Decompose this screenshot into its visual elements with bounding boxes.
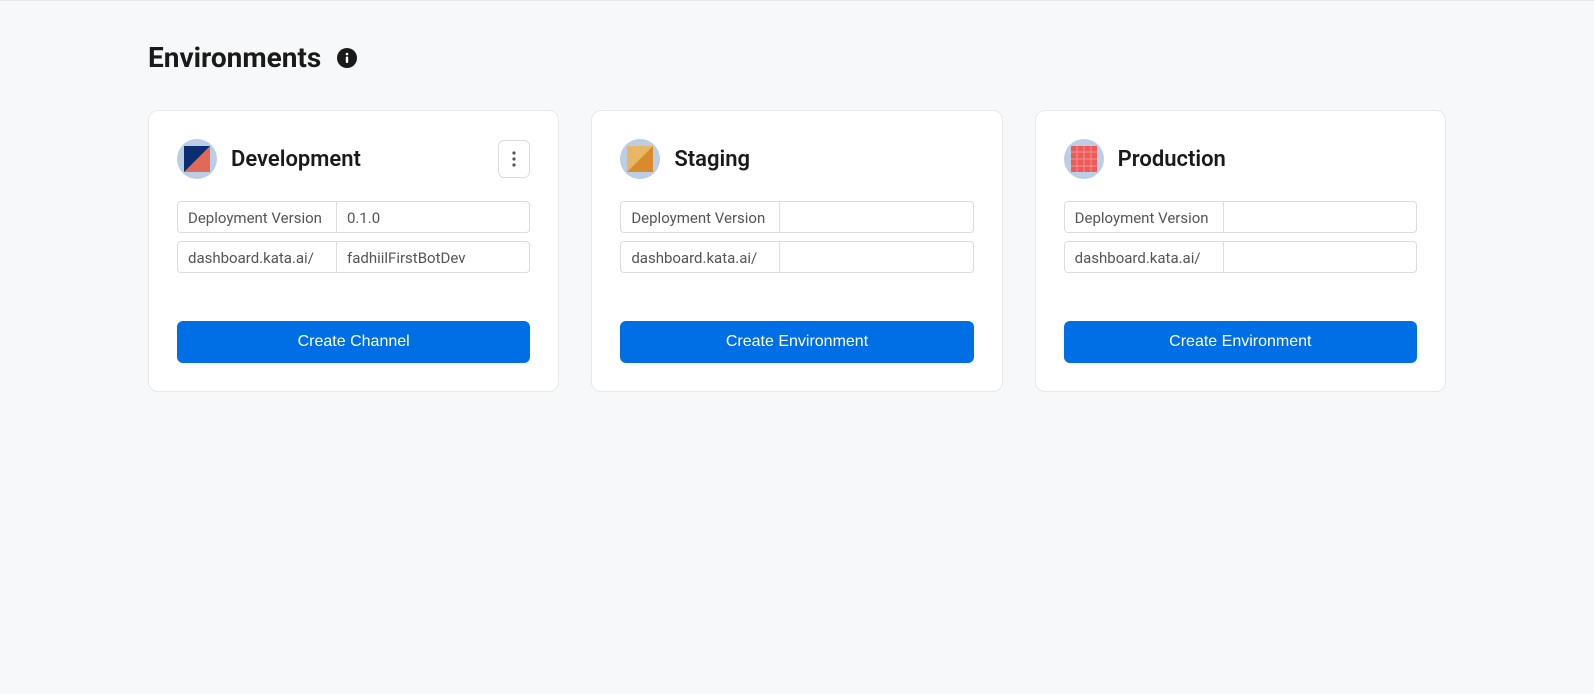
info-icon[interactable] bbox=[337, 48, 357, 68]
environment-cards-row: Development Deployment Version 0.1.0 das… bbox=[148, 110, 1446, 392]
card-fields: Deployment Version dashboard.kata.ai/ bbox=[1064, 201, 1417, 273]
deployment-version-row: Deployment Version bbox=[1064, 201, 1417, 233]
environments-page: Environments Development Deployme bbox=[0, 1, 1594, 432]
dashboard-url-value[interactable]: fadhiilFirstBotDev bbox=[336, 241, 530, 273]
deployment-version-value[interactable] bbox=[779, 201, 973, 233]
card-title-group: Staging bbox=[620, 139, 750, 179]
page-header: Environments bbox=[148, 41, 1446, 74]
production-icon bbox=[1064, 139, 1104, 179]
card-title-label: Staging bbox=[674, 147, 750, 172]
dashboard-url-row: dashboard.kata.ai/ bbox=[620, 241, 973, 273]
deployment-version-value[interactable]: 0.1.0 bbox=[336, 201, 530, 233]
create-channel-button[interactable]: Create Channel bbox=[177, 321, 530, 363]
deployment-version-label: Deployment Version bbox=[177, 201, 336, 233]
dashboard-url-label: dashboard.kata.ai/ bbox=[177, 241, 336, 273]
dashboard-url-label: dashboard.kata.ai/ bbox=[620, 241, 779, 273]
dashboard-url-label: dashboard.kata.ai/ bbox=[1064, 241, 1223, 273]
card-header: Production bbox=[1064, 139, 1417, 179]
card-title-group: Production bbox=[1064, 139, 1226, 179]
card-title-group: Development bbox=[177, 139, 361, 179]
dashboard-url-row: dashboard.kata.ai/ fadhiilFirstBotDev bbox=[177, 241, 530, 273]
deployment-version-value[interactable] bbox=[1223, 201, 1417, 233]
environment-card-development: Development Deployment Version 0.1.0 das… bbox=[148, 110, 559, 392]
deployment-version-row: Deployment Version 0.1.0 bbox=[177, 201, 530, 233]
dashboard-url-row: dashboard.kata.ai/ bbox=[1064, 241, 1417, 273]
card-fields: Deployment Version 0.1.0 dashboard.kata.… bbox=[177, 201, 530, 273]
environment-card-staging: Staging Deployment Version dashboard.kat… bbox=[591, 110, 1002, 392]
dashboard-url-value[interactable] bbox=[779, 241, 973, 273]
create-environment-button[interactable]: Create Environment bbox=[1064, 321, 1417, 363]
staging-icon bbox=[620, 139, 660, 179]
card-title-label: Development bbox=[231, 147, 361, 172]
page-title: Environments bbox=[148, 41, 321, 74]
dashboard-url-value[interactable] bbox=[1223, 241, 1417, 273]
more-options-button[interactable] bbox=[498, 140, 530, 178]
development-icon bbox=[177, 139, 217, 179]
card-title-label: Production bbox=[1118, 147, 1226, 172]
card-header: Development bbox=[177, 139, 530, 179]
create-environment-button[interactable]: Create Environment bbox=[620, 321, 973, 363]
card-fields: Deployment Version dashboard.kata.ai/ bbox=[620, 201, 973, 273]
environment-card-production: Production Deployment Version dashboard.… bbox=[1035, 110, 1446, 392]
more-vertical-icon bbox=[512, 151, 516, 167]
card-header: Staging bbox=[620, 139, 973, 179]
deployment-version-label: Deployment Version bbox=[1064, 201, 1223, 233]
deployment-version-row: Deployment Version bbox=[620, 201, 973, 233]
deployment-version-label: Deployment Version bbox=[620, 201, 779, 233]
